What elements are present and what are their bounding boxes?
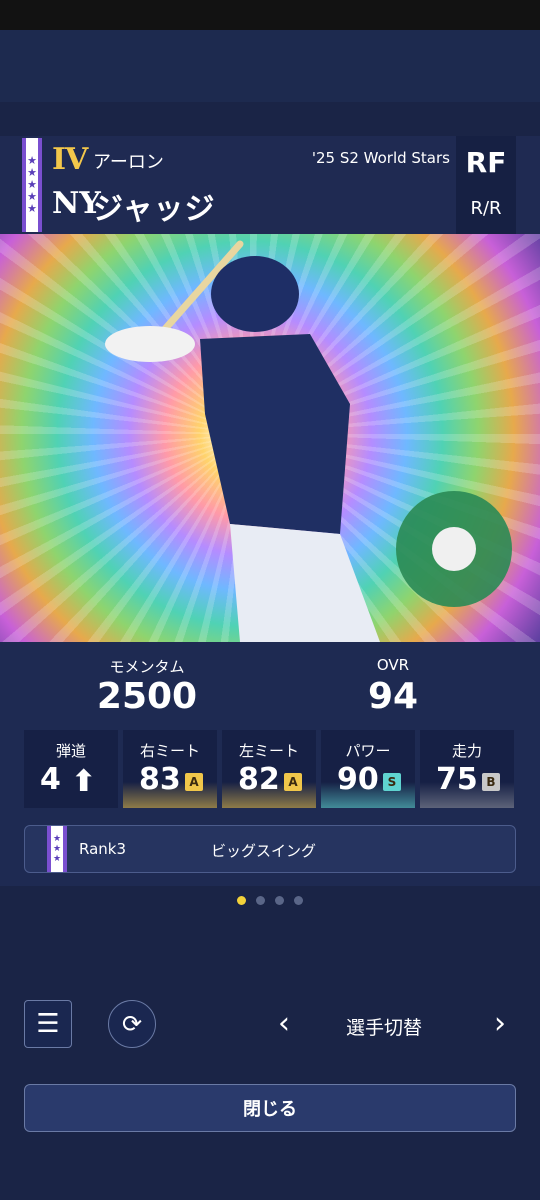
page-indicator [0, 896, 540, 905]
player-last-name: ジャッジ [93, 192, 216, 227]
card-series: '25 S2 World Stars [311, 149, 450, 167]
page-dot[interactable] [294, 896, 303, 905]
ability-contact-left: 左ミート 82 A [222, 730, 316, 808]
special-skill-row[interactable]: ★ ★ ★ Rank3 ビッグスイング [24, 825, 516, 873]
player-card: ★ ★ ★ ★ ★ IV NY アーロン ジャッジ '25 S2 World S… [0, 136, 540, 886]
star-icon: ★ [52, 844, 62, 854]
rank-badge: S [383, 773, 401, 791]
page-dot[interactable] [237, 896, 246, 905]
ability-speed: 走力 75 B [420, 730, 514, 808]
ovr-value: 94 [367, 676, 419, 717]
next-player-button[interactable]: › [494, 1006, 506, 1041]
skill-rank: Rank3 [79, 840, 127, 858]
top-band [0, 30, 540, 102]
close-button[interactable]: 閉じる [24, 1084, 516, 1132]
momentum-label: モメンタム [109, 658, 185, 676]
ability-label: 左ミート [238, 742, 299, 760]
grade-badge: IV [52, 142, 88, 177]
rank-badge: B [482, 773, 500, 791]
star-icon: ★ [27, 202, 37, 215]
ability-value: 75 [436, 762, 478, 797]
ability-value: 90 [337, 762, 379, 797]
page-dot[interactable] [256, 896, 265, 905]
card-header: ★ ★ ★ ★ ★ IV NY アーロン ジャッジ '25 S2 World S… [0, 136, 540, 234]
refresh-button[interactable]: ⟳ [108, 1000, 156, 1048]
position-box: RF R/R [456, 136, 516, 234]
skill-name: ビッグスイング [211, 842, 317, 860]
page-dot[interactable] [275, 896, 284, 905]
ability-label: 弾道 [55, 742, 86, 760]
rank-badge: A [185, 773, 203, 791]
ability-power: パワー 90 S [321, 730, 415, 808]
ability-value: 4 [40, 762, 61, 797]
status-bar [0, 0, 540, 30]
ability-label: パワー [345, 742, 391, 760]
handedness: R/R [470, 198, 502, 219]
momentum-value: 2500 [96, 676, 198, 717]
prev-player-button[interactable]: ‹ [278, 1006, 290, 1041]
star-icon: ★ [52, 854, 62, 864]
ovr-label: OVR [376, 656, 410, 674]
ability-trajectory: 弾道 4 ⬆ [24, 730, 118, 808]
player-silhouette [105, 240, 512, 642]
stats-area: モメンタム 2500 OVR 94 弾道 4 ⬆ 右ミート 83 A 左ミート … [0, 642, 540, 886]
player-image [0, 234, 540, 642]
ability-label: 走力 [451, 742, 482, 760]
star-icon: ★ [52, 834, 62, 844]
switch-player-label: 選手切替 [346, 1017, 423, 1039]
position: RF [465, 146, 507, 179]
menu-icon: ☰ [36, 1009, 60, 1039]
refresh-icon: ⟳ [121, 1010, 143, 1038]
player-first-name: アーロン [93, 152, 164, 173]
ability-contact-right: 右ミート 83 A [123, 730, 217, 808]
ability-label: 右ミート [139, 742, 200, 760]
arrow-up-icon: ⬆ [71, 764, 97, 799]
rank-badge: A [284, 773, 302, 791]
ability-value: 82 [238, 762, 280, 797]
star-rating: ★ ★ ★ ★ ★ [22, 138, 42, 232]
ability-value: 83 [139, 762, 181, 797]
skill-star-strip: ★ ★ ★ [47, 826, 67, 872]
menu-button[interactable]: ☰ [24, 1000, 72, 1048]
